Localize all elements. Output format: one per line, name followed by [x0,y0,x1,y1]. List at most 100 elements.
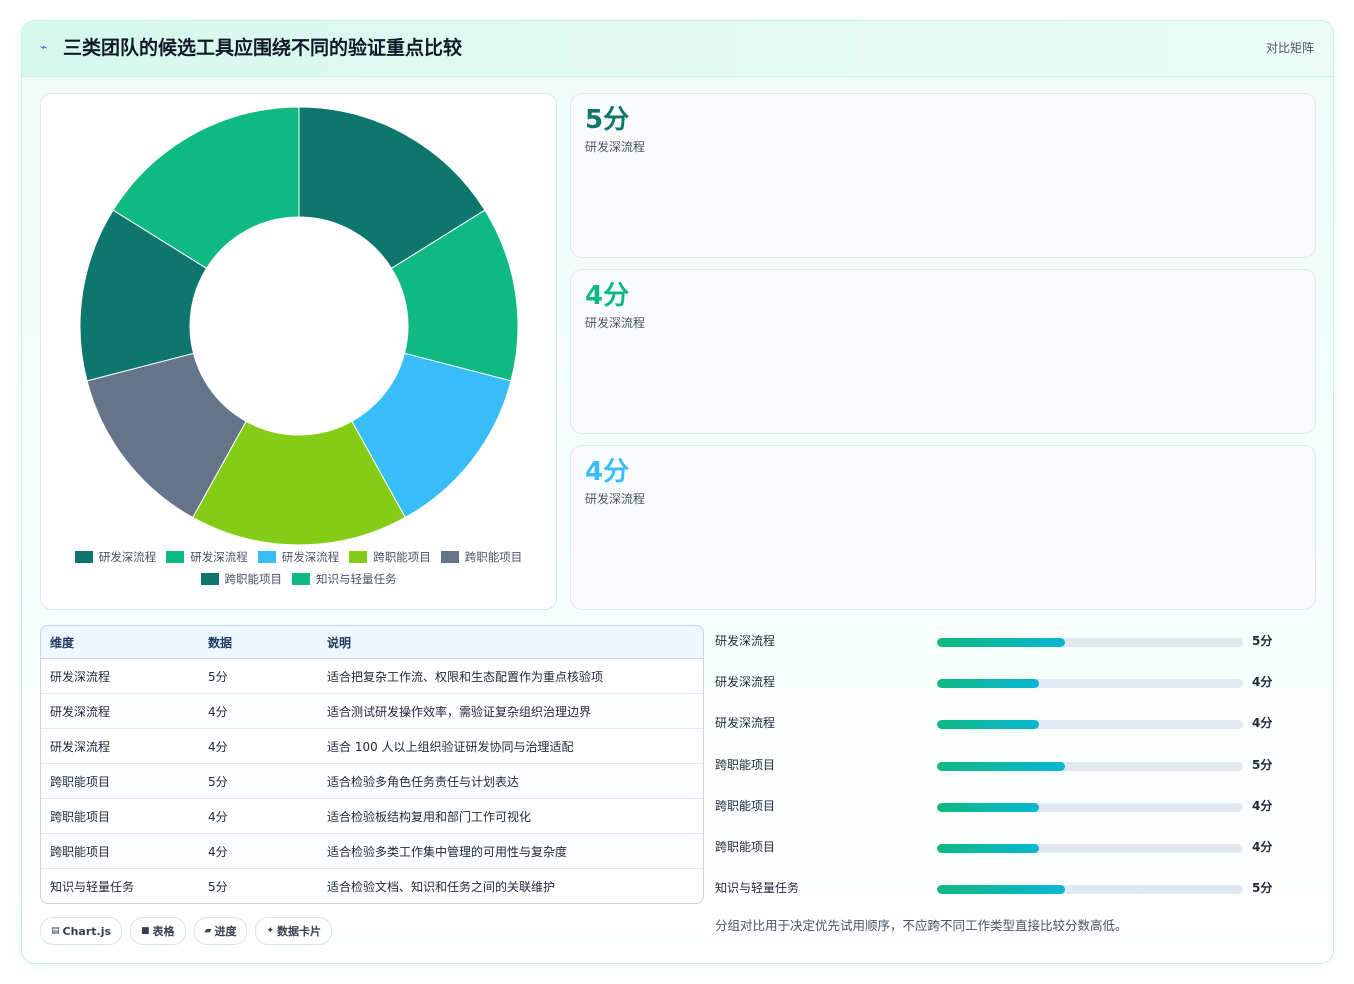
progress-fill [937,844,1039,853]
table-cell: 4分 [199,728,318,764]
tag-label: 表格 [152,925,175,938]
progress-fill [937,761,1065,771]
legend-swatch [440,551,459,563]
progress-value: 4分 [1252,840,1273,854]
progress-label: 跨职能项目 [715,798,776,813]
comparison-card: ⌁ 三类团队的候选工具应围绕不同的验证重点比较 对比矩阵 研发深流程 研发深流程研… [21,20,1334,964]
progress-track [937,844,1243,853]
table-cell: 跨职能项目 [41,798,199,834]
progress-fill [937,638,1065,647]
progress-fill [937,679,1039,689]
legend-swatch [166,551,185,563]
progress-label: 研发深流程 [715,675,776,690]
table-cell: 适合测试研发操作效率，需验证复杂组织治理边界 [318,693,703,729]
progress-row: 跨职能项目 4分 [715,796,1315,816]
legend-item[interactable]: 研发深流程 [257,549,339,565]
page-title: 三类团队的候选工具应围绕不同的验证重点比较 [63,37,463,59]
table-row: 研发深流程 4分 适合 100 人以上组织验证研发协同与治理适配 [41,728,703,764]
progress-value: 5分 [1252,757,1273,772]
table-cell: 适合 100 人以上组织验证研发协同与治理适配 [318,728,703,764]
table-row: 跨职能项目 4分 适合检验板结构复用和部门工作可视化 [41,798,703,834]
tag-list: ▤ Chart.js ■ 表格 ▰ 进度 ✦ 数据卡片 [40,917,333,945]
progress-track [937,679,1243,689]
table-cell: 研发深流程 [41,693,199,729]
legend-item[interactable]: 研发深流程 [74,549,157,565]
table-row: 研发深流程 4分 适合测试研发操作效率，需验证复杂组织治理边界 [41,693,703,729]
comparison-matrix-link[interactable]: 对比矩阵 [1266,39,1314,57]
legend-swatch [74,551,93,563]
progress-value: 5分 [1252,881,1273,896]
stat-card: 4分 研发深流程 [570,269,1316,434]
table-cell: 5分 [208,879,228,894]
table-cell: 适合检验多类工作集中管理的可用性与复杂度 [318,833,703,869]
legend-item[interactable]: 知识与轻量任务 [292,571,397,587]
table-row: 知识与轻量任务 5分 适合检验文档、知识和任务之间的关联维护 [41,868,703,903]
table-cell: 适合检验文档、知识和任务之间的关联维护 [327,879,556,894]
legend-label: 跨职能项目 [373,550,431,564]
legend-swatch [200,573,219,585]
table-row: 研发深流程 5分 适合把复杂工作流、权限和生态配置作为重点核验项 [41,658,703,694]
legend-label: 研发深流程 [190,550,248,564]
progress-label: 研发深流程 [715,716,776,731]
legend-swatch [349,551,368,563]
legend-swatch [292,573,310,585]
table-cell: 研发深流程 [41,728,199,764]
progress-fill [937,885,1065,895]
progress-row: 研发深流程 4分 [715,672,1315,692]
tag-table[interactable]: ■ 表格 [130,917,186,945]
progress-label: 研发深流程 [715,634,776,648]
legend-item[interactable]: 跨职能项目 [200,571,282,587]
stat-card: 4分 研发深流程 [570,445,1316,610]
progress-track [937,761,1243,771]
legend-item[interactable]: 研发深流程 [166,549,248,565]
table-cell: 4分 [199,798,318,834]
stat-label: 研发深流程 [585,316,646,330]
legend-label: 跨职能项目 [464,550,523,564]
column-header-dimension: 维度 [41,626,199,659]
table-cell: 适合把复杂工作流、权限和生态配置作为重点核验项 [318,658,703,694]
progress-track [937,802,1243,812]
table-cell: 研发深流程 [41,658,199,694]
progress-label: 跨职能项目 [715,757,776,772]
legend-label: 知识与轻量任务 [316,572,397,586]
table-cell: 4分 [199,833,318,869]
table-cell: 跨职能项目 [41,833,199,869]
tag-label: 进度 [214,925,237,938]
column-header-description: 说明 [318,626,703,659]
legend-item[interactable]: 跨职能项目 [440,549,523,565]
table-cell: 4分 [199,693,318,729]
table-cell: 5分 [199,763,318,799]
progress-fill [937,802,1039,812]
stat-value: 4分 [585,457,630,487]
table-icon: ■ [141,926,150,936]
progress-value: 4分 [1252,716,1273,731]
sparkle-icon: ⌁ [40,40,48,54]
chart-icon: ▤ [51,926,60,936]
donut-chart-panel: 研发深流程 研发深流程 研发深流程 跨职能项目 跨职能项目 跨职能项目 知识与轻量任务 [40,93,557,610]
legend-swatch [257,551,276,563]
stat-value: 5分 [585,105,630,135]
progress-track [937,720,1243,730]
tag-label: Chart.js [62,924,112,938]
footnote: 分组对比用于决定优先试用顺序，不应跨不同工作类型直接比较分数高低。 [715,918,1128,933]
stat-label: 研发深流程 [585,140,646,154]
card-icon: ✦ [266,926,275,936]
stat-card: 5分研发深流程 [570,93,1316,258]
progress-row: 跨职能项目 4分 [715,837,1315,857]
progress-track [937,885,1243,895]
tag-chart[interactable]: ▤ Chart.js [40,917,123,945]
progress-track [937,638,1243,647]
progress-value: 4分 [1252,798,1273,813]
legend-item[interactable]: 跨职能项目 [349,549,431,565]
donut-chart [79,106,519,546]
legend-label: 研发深流程 [98,550,157,564]
progress-row: 研发深流程 4分 [715,713,1315,733]
progress-label: 知识与轻量任务 [715,881,800,896]
progress-row: 研发深流程 5分 [715,631,1315,651]
progress-value: 5分 [1252,634,1273,648]
table-cell: 跨职能项目 [41,763,199,799]
tag-card[interactable]: ✦ 数据卡片 [255,917,333,945]
tag-progress[interactable]: ▰ 进度 [193,917,248,945]
progress-row: 跨职能项目 5分 [715,755,1315,775]
chart-legend: 研发深流程 研发深流程 研发深流程 跨职能项目 跨职能项目 跨职能项目 知识与轻量任务 [51,549,546,587]
